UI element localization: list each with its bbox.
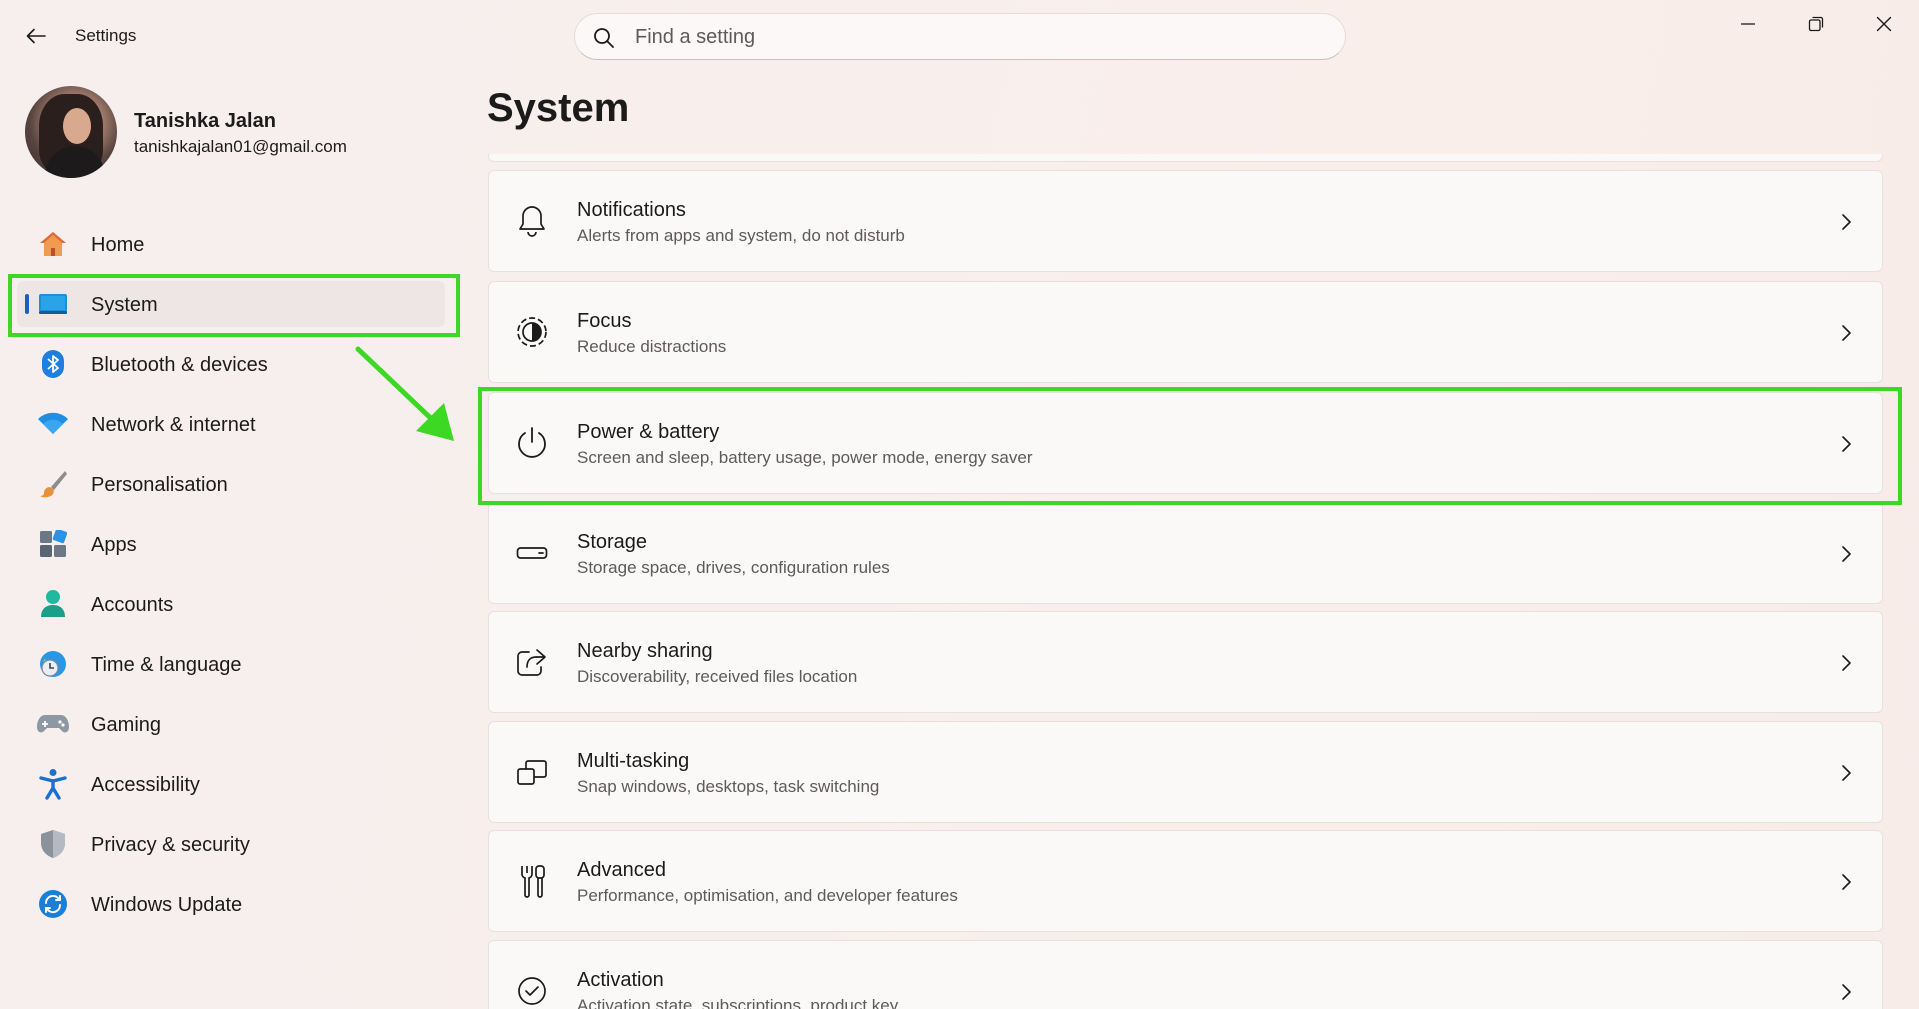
checkmark-circle-icon: [515, 974, 549, 1008]
card-multi-tasking[interactable]: Multi-tasking Snap windows, desktops, ta…: [488, 721, 1883, 823]
back-arrow-icon: [26, 28, 46, 44]
card-title: Activation: [577, 969, 664, 991]
card-partial-top: [488, 154, 1883, 162]
profile-name: Tanishka Jalan: [134, 110, 276, 132]
globe-clock-icon: [37, 650, 69, 678]
chevron-right-icon: [1836, 981, 1856, 1003]
home-icon: [37, 230, 69, 258]
avatar[interactable]: [25, 86, 117, 178]
sidebar-item-label: Personalisation: [91, 474, 228, 496]
sidebar-item-label: Privacy & security: [91, 834, 250, 856]
card-description: Reduce distractions: [577, 337, 727, 356]
profile-email: tanishkajalan01@gmail.com: [134, 137, 347, 156]
card-title: Advanced: [577, 859, 666, 881]
sidebar-item-windows-update[interactable]: Windows Update: [17, 881, 445, 927]
focus-icon: [515, 315, 549, 349]
card-title: Notifications: [577, 199, 686, 221]
storage-icon: [515, 536, 549, 570]
back-button[interactable]: [20, 22, 52, 50]
search-icon: [594, 28, 614, 48]
sidebar-item-label: Accessibility: [91, 774, 200, 796]
card-notifications[interactable]: Notifications Alerts from apps and syste…: [488, 170, 1883, 272]
gamepad-icon: [37, 710, 69, 738]
card-description: Discoverability, received files location: [577, 667, 858, 686]
wifi-icon: [37, 410, 69, 438]
card-description: Snap windows, desktops, task switching: [577, 777, 880, 796]
search-input[interactable]: [635, 22, 1315, 52]
card-storage[interactable]: Storage Storage space, drives, configura…: [488, 502, 1883, 604]
card-title: Nearby sharing: [577, 640, 713, 662]
sidebar-item-label: Network & internet: [91, 414, 256, 436]
sidebar-item-home[interactable]: Home: [17, 221, 445, 267]
page-title: System: [487, 86, 630, 130]
highlight-box-system: [8, 274, 460, 337]
bell-icon: [515, 204, 549, 238]
tools-icon: [515, 864, 549, 898]
minimize-icon: [1741, 23, 1755, 25]
chevron-right-icon: [1836, 543, 1856, 565]
chevron-right-icon: [1836, 871, 1856, 893]
sidebar-item-label: Bluetooth & devices: [91, 354, 268, 376]
chevron-right-icon: [1836, 211, 1856, 233]
card-advanced[interactable]: Advanced Performance, optimisation, and …: [488, 830, 1883, 932]
sidebar-item-label: Time & language: [91, 654, 242, 676]
sidebar-item-label: Gaming: [91, 714, 162, 736]
restore-icon: [1808, 16, 1824, 32]
multitasking-icon: [515, 755, 549, 789]
chevron-right-icon: [1836, 762, 1856, 784]
shield-icon: [37, 830, 69, 858]
share-icon: [515, 645, 549, 679]
card-description: Performance, optimisation, and developer…: [577, 886, 958, 905]
close-button[interactable]: [1860, 10, 1908, 38]
sidebar-item-label: Accounts: [91, 594, 174, 616]
card-description: Activation state, subscriptions, product…: [577, 996, 899, 1009]
update-icon: [37, 890, 69, 918]
card-nearby-sharing[interactable]: Nearby sharing Discoverability, received…: [488, 611, 1883, 713]
close-icon: [1876, 16, 1892, 32]
minimize-button[interactable]: [1724, 10, 1772, 38]
apps-icon: [37, 530, 69, 558]
account-icon: [37, 590, 69, 618]
restore-button[interactable]: [1792, 10, 1840, 38]
highlight-box-power-battery: [478, 387, 1902, 505]
sidebar-item-time-language[interactable]: Time & language: [17, 641, 445, 687]
accessibility-icon: [37, 769, 69, 800]
sidebar-item-apps[interactable]: Apps: [17, 521, 445, 567]
sidebar-item-privacy-security[interactable]: Privacy & security: [17, 821, 445, 867]
bluetooth-icon: [37, 350, 69, 378]
annotation-arrow-icon: [355, 346, 454, 441]
sidebar-item-accessibility[interactable]: Accessibility: [17, 761, 445, 807]
sidebar-item-personalisation[interactable]: Personalisation: [17, 461, 445, 507]
sidebar-item-label: Apps: [91, 534, 137, 556]
chevron-right-icon: [1836, 652, 1856, 674]
card-title: Focus: [577, 310, 632, 332]
sidebar-item-label: Home: [91, 234, 145, 256]
sidebar-item-accounts[interactable]: Accounts: [17, 581, 445, 627]
card-description: Storage space, drives, configuration rul…: [577, 558, 890, 577]
paintbrush-icon: [37, 470, 69, 498]
chevron-right-icon: [1836, 322, 1856, 344]
card-title: Multi-tasking: [577, 750, 690, 772]
app-title: Settings: [75, 26, 137, 45]
card-focus[interactable]: Focus Reduce distractions: [488, 281, 1883, 383]
card-activation[interactable]: Activation Activation state, subscriptio…: [488, 940, 1883, 1009]
card-title: Storage: [577, 531, 648, 553]
search-box[interactable]: [574, 13, 1346, 60]
title-bar: Settings: [0, 0, 1919, 70]
card-description: Alerts from apps and system, do not dist…: [577, 226, 905, 245]
sidebar-item-gaming[interactable]: Gaming: [17, 701, 445, 747]
sidebar-item-label: Windows Update: [91, 894, 243, 916]
